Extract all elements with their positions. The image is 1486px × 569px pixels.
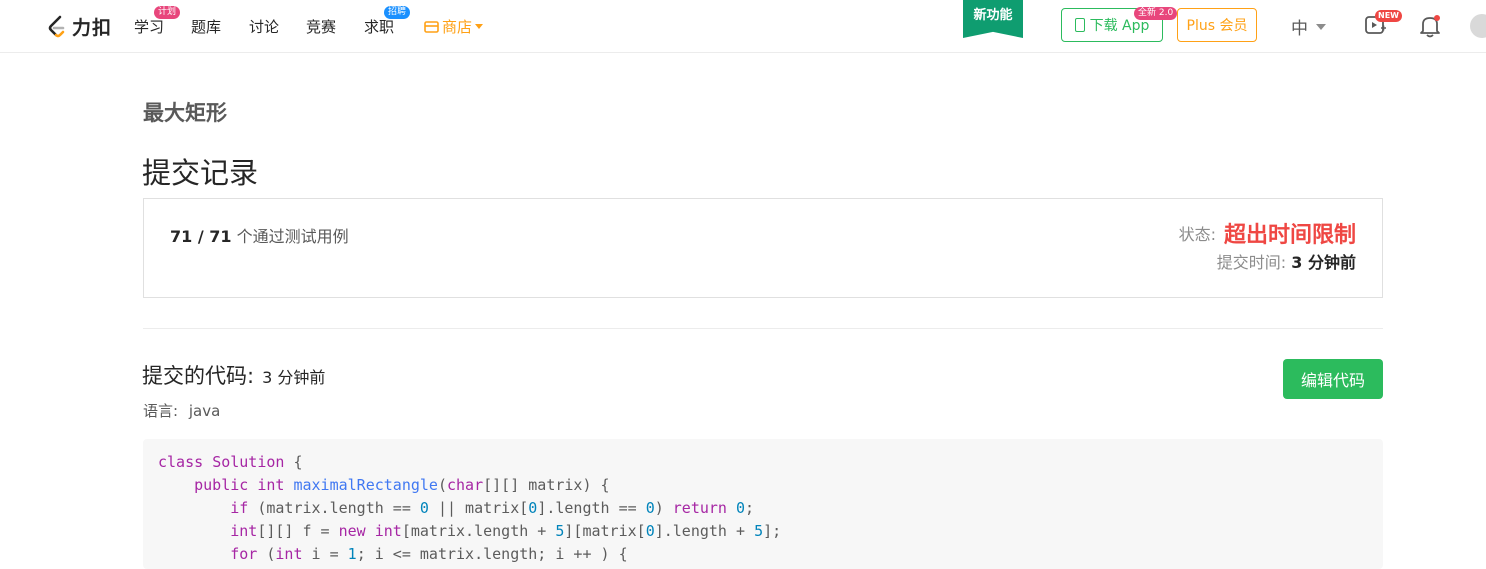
status-badge: 超出时间限制	[1223, 223, 1356, 248]
status-line: 状态: 超出时间限制	[1179, 217, 1356, 249]
nav-item-discuss[interactable]: 讨论	[249, 16, 279, 37]
submit-time-line: 提交时间: 3 分钟前	[1217, 249, 1356, 273]
new-feature-flag[interactable]: 新功能	[963, 0, 1023, 38]
language-line: 语言: java	[143, 400, 220, 421]
code-time: 3 分钟前	[262, 368, 326, 387]
hiring-badge: 招聘	[384, 6, 411, 19]
code-line: public int maximalRectangle(char[][] mat…	[194, 476, 610, 494]
chevron-down-icon	[475, 24, 484, 29]
plus-membership-button[interactable]: Plus 会员	[1177, 8, 1257, 42]
app-version-badge: 全新 2.0	[1134, 7, 1178, 20]
leetcode-logo[interactable]: 力扣	[46, 13, 112, 40]
submit-time-value: 3 分钟前	[1291, 253, 1356, 272]
submission-result-card: 71 / 71 个通过测试用例 状态: 超出时间限制 提交时间: 3 分钟前	[143, 198, 1383, 298]
testcase-summary: 71 / 71 个通过测试用例	[170, 223, 349, 247]
page-title: 提交记录	[142, 156, 259, 190]
language-line-value: java	[188, 402, 221, 420]
nav-item-contest[interactable]: 竞赛	[306, 16, 336, 37]
nav-item-label: 竞赛	[306, 18, 337, 36]
new-badge: NEW	[1375, 10, 1402, 22]
phone-icon	[1074, 18, 1085, 32]
edit-code-button[interactable]: 编辑代码	[1283, 359, 1383, 399]
code-viewer[interactable]: class Solution { public int maximalRecta…	[143, 439, 1383, 569]
nav-item-label: 讨论	[249, 18, 280, 36]
divider	[143, 328, 1383, 329]
nav-item-problemset[interactable]: 题库	[191, 16, 221, 37]
store-icon	[424, 20, 439, 33]
code-line: for (int i = 1; i <= matrix.length; i ++…	[230, 545, 628, 563]
status-label: 状态:	[1178, 225, 1216, 244]
passed-count: 71 / 71	[170, 227, 232, 246]
leetcode-logo-icon	[48, 15, 65, 37]
submit-time-label: 提交时间:	[1216, 253, 1287, 272]
logo-text: 力扣	[72, 17, 113, 39]
nav-item-learn[interactable]: 学习 计划	[134, 6, 181, 37]
top-navbar: 力扣 学习 计划 题库 讨论 竞赛 求职 招聘 商店 新功能 下载 App 全新…	[0, 0, 1486, 53]
passed-suffix: 个通过测试用例	[236, 227, 349, 246]
bell-icon[interactable]	[1419, 14, 1441, 38]
code-content: class Solution { public int maximalRecta…	[143, 439, 1383, 569]
code-heading-label: 提交的代码:	[142, 364, 255, 388]
nav-item-label: 学习	[134, 18, 165, 36]
language-line-label: 语言:	[143, 402, 179, 420]
store-label: 商店	[442, 18, 473, 36]
nav-item-label: 题库	[191, 18, 222, 36]
nav-item-jobs[interactable]: 求职 招聘	[364, 6, 411, 37]
avatar[interactable]	[1470, 14, 1486, 38]
plan-badge: 计划	[154, 6, 181, 19]
problem-title[interactable]: 最大矩形	[143, 97, 227, 127]
chevron-down-icon	[1316, 23, 1326, 30]
code-line: if (matrix.length == 0 || matrix[0].leng…	[230, 499, 755, 517]
code-heading: 提交的代码: 3 分钟前	[142, 360, 325, 390]
language-label: 中	[1291, 19, 1308, 39]
code-line: class Solution {	[158, 453, 303, 471]
nav-item-store[interactable]: 商店	[424, 16, 484, 37]
language-switcher[interactable]: 中	[1291, 14, 1326, 39]
nav-item-label: 求职	[364, 18, 395, 36]
code-line: int[][] f = new int[matrix.length + 5][m…	[230, 522, 782, 540]
